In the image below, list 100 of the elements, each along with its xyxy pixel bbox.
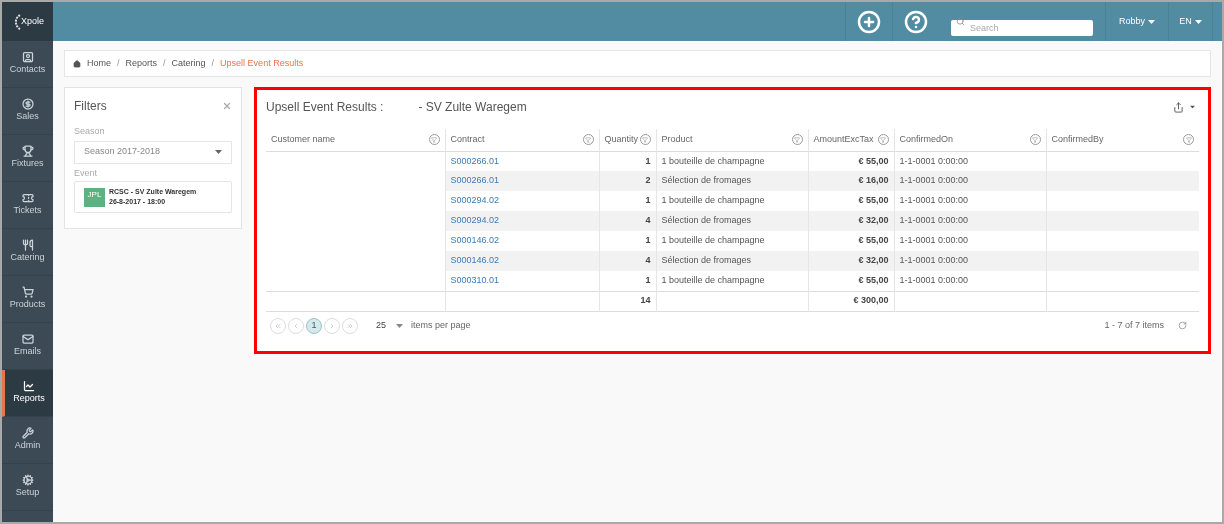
table-cell: 4 [645, 215, 651, 226]
gear-icon [21, 474, 34, 487]
chevron-right-icon [328, 321, 336, 330]
table-cell: 1-1-0001 0:00:00 [899, 275, 969, 285]
table-cell: 2 [645, 175, 651, 186]
report-subtitle: - SV Zulte Waregem [418, 99, 527, 116]
breadcrumb-link[interactable]: Home [87, 56, 111, 71]
search-icon [956, 17, 965, 26]
total-amount: € 300,00 [853, 295, 889, 306]
table-cell: € 55,00 [858, 195, 889, 206]
column-header[interactable]: Customer name [271, 133, 336, 147]
table-cell: 1 bouteille de champagne [661, 275, 765, 285]
table-cell: 1 [645, 155, 651, 166]
sidebar-item[interactable]: Contacts [2, 41, 53, 88]
sidebar-item[interactable]: Products [2, 276, 53, 323]
contract-link[interactable]: S000294.02 [450, 195, 500, 206]
field-label: Event [74, 166, 98, 180]
breadcrumb-link[interactable]: Reports [125, 56, 158, 71]
ticket-icon [21, 192, 34, 205]
table-cell: € 32,00 [858, 255, 889, 266]
event-badge: JPL [84, 187, 105, 207]
table-cell: 1 [645, 235, 651, 246]
cart-icon [21, 286, 34, 299]
breadcrumb-link[interactable]: Catering [171, 56, 206, 71]
filter-icon[interactable] [1029, 134, 1041, 146]
column-header[interactable]: Quantity [604, 133, 639, 147]
table-cell: € 55,00 [858, 155, 889, 166]
wrench-icon [21, 427, 34, 440]
table-cell: 1 [645, 275, 651, 285]
filter-icon[interactable] [877, 134, 889, 146]
table-cell: 1-1-0001 0:00:00 [899, 215, 969, 226]
contract-link[interactable]: S000310.01 [450, 275, 500, 285]
table-cell: € 32,00 [858, 215, 889, 226]
dollar-icon [21, 98, 34, 111]
table-cell: 1 bouteille de champagne [661, 235, 765, 246]
contract-link[interactable]: S000266.01 [450, 155, 500, 166]
filter-icon[interactable] [428, 134, 440, 146]
filter-icon[interactable] [791, 134, 803, 146]
total-quantity: 14 [640, 295, 651, 306]
contract-link[interactable]: S000266.01 [450, 175, 500, 186]
caret-icon [215, 150, 222, 154]
user-menu[interactable]: Robby [1105, 2, 1168, 41]
contact-icon [21, 51, 34, 64]
caret-icon [1189, 105, 1196, 109]
export-icon [1173, 101, 1184, 113]
contract-link[interactable]: S000146.02 [450, 235, 500, 246]
utensils-icon [21, 239, 34, 252]
panel-title: Filters [74, 98, 107, 115]
page-size-select[interactable]: 25 [376, 318, 403, 333]
column-header[interactable]: ConfirmedOn [899, 133, 954, 147]
table-cell: 1-1-0001 0:00:00 [899, 175, 969, 186]
chevron-left-icon [292, 321, 300, 330]
table-cell: 1-1-0001 0:00:00 [899, 255, 969, 266]
column-header[interactable]: AmountExcTax [813, 133, 874, 147]
table-cell: 4 [645, 255, 651, 266]
filter-icon[interactable] [1183, 134, 1194, 146]
column-header[interactable]: ConfirmedBy [1051, 133, 1104, 147]
table-cell: 1-1-0001 0:00:00 [899, 195, 969, 206]
caret-icon [396, 323, 403, 328]
sidebar-item[interactable]: Sales [2, 88, 53, 135]
sidebar-item[interactable]: Tickets [2, 182, 53, 229]
page-size-label: items per page [411, 318, 471, 332]
close-icon[interactable] [222, 101, 232, 111]
table-cell: 1 bouteille de champagne [661, 195, 765, 206]
breadcrumb-separator: / [163, 56, 166, 70]
field-label: Season [74, 125, 106, 138]
language-menu[interactable]: EN [1168, 2, 1213, 41]
mail-icon [21, 333, 34, 346]
page-button[interactable]: 1 [306, 317, 322, 334]
breadcrumb-separator: / [117, 56, 120, 70]
export-button[interactable] [1173, 101, 1196, 113]
column-header[interactable]: Product [661, 133, 693, 147]
table-cell: 1 bouteille de champagne [661, 155, 765, 166]
logo[interactable]: Xpole [2, 2, 53, 41]
search-field[interactable]: Search [951, 19, 1093, 36]
report-title: Upsell Event Results : [266, 99, 384, 116]
sidebar-item[interactable]: Admin [2, 417, 53, 464]
season-select[interactable]: Season 2017-2018 [74, 140, 232, 164]
caret-icon [1194, 19, 1202, 24]
trophy-icon [21, 145, 34, 158]
column-header[interactable]: Contract [450, 133, 485, 147]
pager-summary: 1 - 7 of 7 items [1104, 318, 1164, 332]
table-cell: € 55,00 [858, 275, 889, 285]
sidebar-item[interactable]: Reports [2, 370, 53, 417]
filter-icon[interactable] [639, 134, 651, 146]
table-cell: € 55,00 [858, 235, 889, 246]
contract-link[interactable]: S000294.02 [450, 215, 500, 226]
caret-icon [1148, 19, 1155, 24]
table-cell: Sélection de fromages [661, 255, 752, 266]
refresh-icon[interactable] [1178, 321, 1187, 330]
sidebar-item[interactable]: Catering [2, 229, 53, 276]
table-cell: Sélection de fromages [661, 175, 752, 186]
table-cell: 1-1-0001 0:00:00 [899, 155, 969, 166]
first-page-icon [274, 321, 282, 330]
breadcrumb-separator: / [211, 56, 215, 70]
filter-icon[interactable] [582, 134, 594, 146]
help-icon [904, 9, 928, 34]
sidebar-item[interactable]: Fixtures [2, 135, 53, 182]
contract-link[interactable]: S000146.02 [450, 255, 500, 266]
sidebar-item[interactable]: Setup [2, 464, 53, 511]
